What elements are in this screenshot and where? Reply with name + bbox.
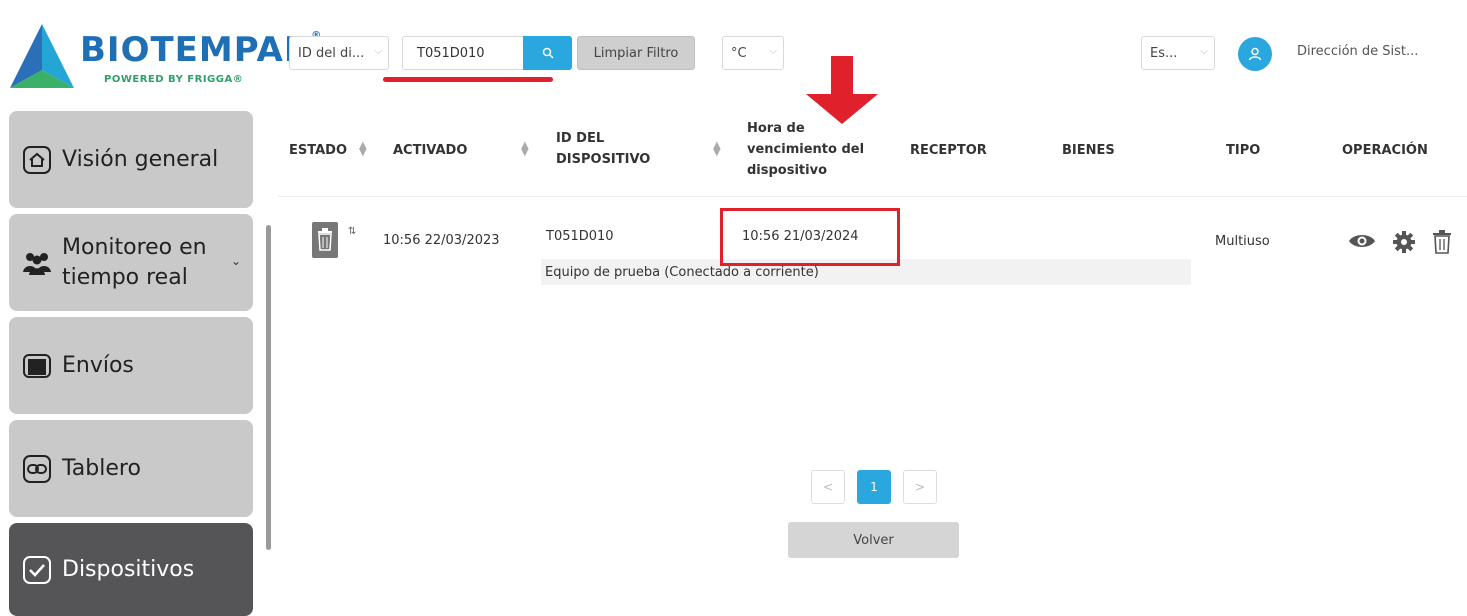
trash-status-icon <box>312 222 338 262</box>
user-avatar[interactable] <box>1238 37 1272 71</box>
user-icon <box>1248 47 1262 61</box>
column-header-activado[interactable]: ACTIVADO <box>393 140 467 161</box>
column-header-receptor: RECEPTOR <box>910 143 987 158</box>
shipment-icon <box>20 349 54 383</box>
sidebar-item-label: Envíos <box>62 353 134 378</box>
chevron-down-icon: ⌄ <box>230 254 241 268</box>
expiry-highlight-box <box>720 208 900 266</box>
column-header-estado[interactable]: ESTADO <box>289 140 347 161</box>
sidebar-item-overview[interactable]: Visión general <box>9 111 253 208</box>
sidebar-item-label: Visión general <box>62 147 219 172</box>
unit-value: °C <box>731 45 747 61</box>
sidebar-item-shipments[interactable]: Envíos <box>9 317 253 414</box>
pagination-prev-button[interactable]: < <box>811 470 845 504</box>
filter-field-value: ID del di... <box>298 45 365 61</box>
filter-field-select[interactable]: ID del di... ⌵ <box>289 36 389 70</box>
language-value: Es... <box>1150 45 1178 61</box>
sidebar-scrollbar[interactable] <box>266 225 271 550</box>
activated-date: 10:56 22/03/2023 <box>383 233 500 248</box>
sidebar-item-label: Dispositivos <box>62 557 195 582</box>
back-button[interactable]: Volver <box>788 522 959 558</box>
chevron-down-icon: ⌵ <box>769 46 777 57</box>
sidebar: Visión general Monitoreo en tiempo real ⌄… <box>0 104 276 616</box>
top-bar: BIOTEMPAK® POWERED BY FRIGGA® ID del di.… <box>0 0 1467 104</box>
sidebar-item-realtime[interactable]: Monitoreo en tiempo real ⌄ <box>9 214 253 311</box>
sidebar-item-devices[interactable]: Dispositivos <box>9 523 253 616</box>
column-header-device-id[interactable]: ID DEL DISPOSITIVO <box>556 128 650 170</box>
sort-icon[interactable]: ▲ ▼ <box>359 141 367 158</box>
view-eye-icon[interactable] <box>1348 232 1376 254</box>
sidebar-item-label: Monitoreo en tiempo real <box>62 234 207 290</box>
device-type: Multiuso <box>1215 234 1270 249</box>
triangle-logo-icon <box>10 24 74 88</box>
column-header-tipo: TIPO <box>1226 143 1261 158</box>
settings-gear-icon[interactable] <box>1392 230 1416 258</box>
pagination-next-button[interactable]: > <box>903 470 937 504</box>
search-highlight-underline <box>383 77 553 82</box>
link-icon <box>20 452 54 486</box>
sort-icon[interactable]: ▲ ▼ <box>521 141 529 158</box>
sort-icon[interactable]: ▲ ▼ <box>713 141 721 158</box>
chevron-down-icon: ⌵ <box>1200 46 1208 57</box>
language-select[interactable]: Es... ⌵ <box>1141 36 1215 70</box>
home-icon <box>20 143 54 177</box>
device-id[interactable]: T051D010 <box>546 229 614 244</box>
user-name[interactable]: Dirección de Sist... <box>1297 44 1418 59</box>
unit-select[interactable]: °C ⌵ <box>722 36 784 70</box>
people-icon <box>20 246 54 280</box>
brand-logo: BIOTEMPAK® POWERED BY FRIGGA® <box>6 18 321 94</box>
column-header-bienes: BIENES <box>1062 143 1115 158</box>
search-button[interactable] <box>523 36 572 70</box>
clear-filter-button[interactable]: Limpiar Filtro <box>577 36 695 70</box>
brand-subtitle: POWERED BY FRIGGA® <box>104 74 244 85</box>
sidebar-item-dashboard[interactable]: Tablero <box>9 420 253 517</box>
column-header-operacion: OPERACIÓN <box>1342 143 1428 158</box>
sort-status-icon: ⇅ <box>348 226 357 237</box>
header-divider <box>278 196 1467 197</box>
red-arrow-annotation-icon <box>806 56 878 124</box>
delete-trash-icon[interactable] <box>1432 230 1452 258</box>
search-input[interactable]: T051D010 <box>402 36 524 70</box>
pagination-page-button[interactable]: 1 <box>857 470 891 504</box>
sidebar-item-label: Tablero <box>62 456 141 481</box>
brand-name: BIOTEMPAK® <box>80 30 321 70</box>
check-icon <box>20 553 54 587</box>
chevron-down-icon: ⌵ <box>374 46 382 57</box>
column-header-expiry: Hora de vencimiento del dispositivo <box>747 121 865 178</box>
search-icon <box>542 47 554 59</box>
